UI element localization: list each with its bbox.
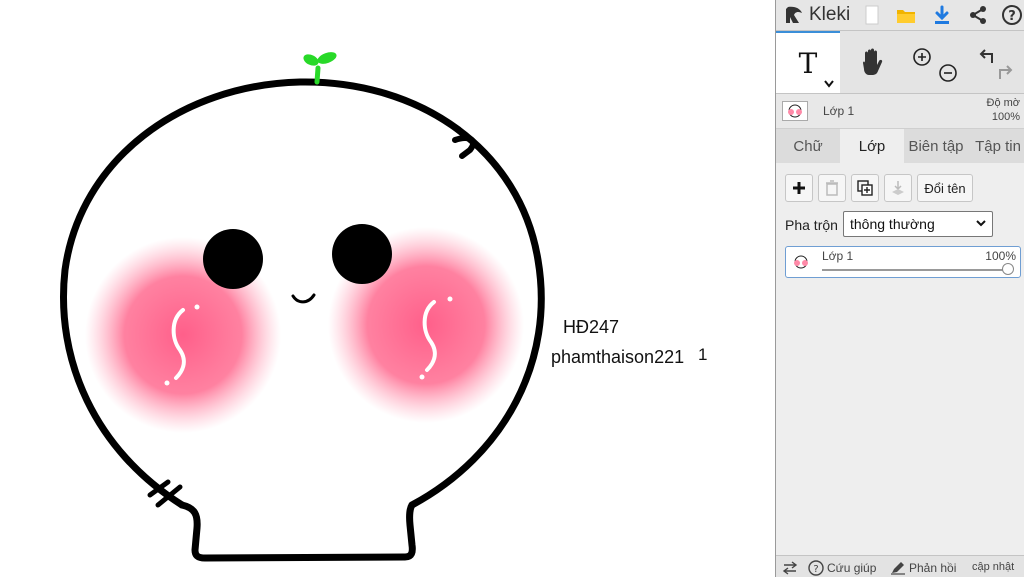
duplicate-icon bbox=[857, 180, 873, 196]
hand-tool[interactable] bbox=[840, 31, 904, 93]
duplicate-layer-button[interactable] bbox=[851, 174, 879, 202]
sidebar-footer: ? Cứu giúp Phản hồi cập nhật bbox=[776, 555, 1024, 577]
zoom-controls bbox=[904, 31, 966, 93]
undo-icon[interactable] bbox=[976, 47, 996, 67]
tab-text[interactable]: Chữ bbox=[776, 129, 840, 163]
new-file-icon[interactable] bbox=[860, 3, 884, 27]
kleki-logo-icon bbox=[786, 6, 802, 23]
left-eye bbox=[203, 229, 263, 289]
canvas-text-mark: 1 bbox=[698, 345, 708, 364]
merge-down-icon bbox=[892, 181, 904, 195]
open-folder-icon[interactable] bbox=[894, 3, 918, 27]
panel-tabs: Chữ Lớp Biên tập Tập tin bbox=[776, 129, 1024, 163]
svg-text:?: ? bbox=[813, 564, 818, 575]
history-controls bbox=[966, 31, 1024, 93]
left-cheek-dot-1 bbox=[194, 304, 200, 310]
layer-opacity-slider-handle[interactable] bbox=[1002, 263, 1014, 275]
layer-item-name: Lớp 1 bbox=[822, 249, 854, 263]
layer-opacity-slider[interactable] bbox=[822, 263, 1014, 275]
tab-layers[interactable]: Lớp bbox=[840, 129, 904, 163]
redo-icon[interactable] bbox=[996, 63, 1016, 83]
current-layer-name: Lớp 1 bbox=[823, 104, 855, 118]
drawing-canvas[interactable]: HĐ247 phamthaison221 1 bbox=[0, 0, 775, 577]
help-label: Cứu giúp bbox=[827, 561, 877, 575]
canvas-text-hd247: HĐ247 bbox=[563, 317, 620, 337]
merge-down-button[interactable] bbox=[884, 174, 912, 202]
app-title: Kleki bbox=[809, 4, 851, 25]
text-tool[interactable]: T bbox=[776, 31, 840, 93]
help-button[interactable]: ? Cứu giúp bbox=[808, 558, 876, 577]
app-logo[interactable]: Kleki bbox=[784, 3, 850, 27]
swap-sides-button[interactable] bbox=[782, 558, 798, 577]
tab-file[interactable]: Tập tin bbox=[968, 129, 1024, 163]
text-tool-icon: T bbox=[798, 46, 818, 80]
zoom-in-icon[interactable] bbox=[912, 47, 932, 67]
svg-text:?: ? bbox=[1008, 9, 1016, 24]
blend-mode-label: Pha trộn bbox=[785, 217, 838, 233]
tool-row: T bbox=[776, 31, 1024, 94]
feedback-label: Phản hồi bbox=[909, 561, 957, 575]
mouth bbox=[291, 293, 316, 304]
layer-item-opacity: 100% bbox=[985, 249, 1016, 263]
opacity-value: 100% bbox=[991, 111, 1020, 123]
blend-mode-value: thông thường bbox=[850, 216, 935, 232]
zoom-out-icon[interactable] bbox=[938, 63, 958, 83]
delete-layer-button[interactable] bbox=[818, 174, 846, 202]
sprout-leaf-right bbox=[317, 52, 337, 64]
question-icon: ? bbox=[808, 560, 824, 576]
opacity-label: Độ mờ bbox=[986, 97, 1021, 109]
left-cheek-dot-2 bbox=[164, 380, 170, 386]
hand-icon bbox=[863, 48, 883, 75]
update-label: cập nhật bbox=[972, 561, 1015, 573]
app-topbar: Kleki ? bbox=[776, 0, 1024, 31]
swap-arrows-icon bbox=[782, 561, 798, 575]
layer-item[interactable]: Lớp 1 100% bbox=[785, 246, 1021, 278]
add-layer-button[interactable] bbox=[785, 174, 813, 202]
update-info[interactable]: cập nhật bbox=[972, 557, 1014, 577]
rename-layer-button[interactable]: Đổi tên bbox=[917, 174, 973, 202]
share-icon[interactable] bbox=[966, 3, 990, 27]
current-layer-strip: Lớp 1 Độ mờ 100% bbox=[776, 94, 1024, 129]
download-icon[interactable] bbox=[930, 3, 954, 27]
trash-icon bbox=[826, 180, 838, 196]
hair-curl bbox=[452, 135, 477, 159]
layer-thumbnail bbox=[782, 101, 808, 121]
layer-item-thumbnail bbox=[790, 253, 812, 271]
sidebar: Kleki ? T Lớp 1 Độ mờ 100% Chữ Lớp Biên … bbox=[776, 0, 1024, 577]
chevron-down-icon bbox=[976, 220, 986, 227]
right-cheek-dot-1 bbox=[447, 296, 453, 302]
plus-icon bbox=[793, 182, 805, 194]
help-icon[interactable]: ? bbox=[1000, 3, 1024, 27]
sprout-stem bbox=[314, 65, 321, 85]
feedback-button[interactable]: Phản hồi bbox=[890, 558, 956, 577]
canvas-drawing bbox=[60, 52, 545, 562]
blend-mode-select[interactable]: thông thường bbox=[843, 211, 993, 237]
chevron-down-icon bbox=[824, 80, 834, 88]
canvas-text-username: phamthaison221 bbox=[551, 347, 685, 367]
right-eye bbox=[332, 224, 392, 284]
character-base-outline bbox=[178, 501, 416, 562]
layers-panel: Đổi tên Pha trộn thông thường Lớp 1 100% bbox=[776, 163, 1024, 577]
tab-edit[interactable]: Biên tập bbox=[904, 129, 968, 163]
right-cheek-dot-2 bbox=[419, 374, 425, 380]
pencil-icon bbox=[891, 562, 905, 575]
